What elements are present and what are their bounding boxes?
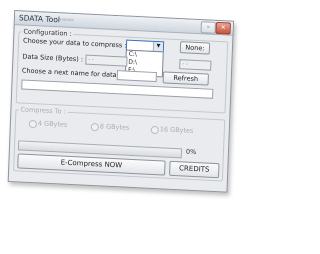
scene: SDATA Tool aaaaaa – ✕ Configuration : Ch… [0, 0, 313, 254]
progress-percent: 0% [186, 148, 197, 156]
radio-8gb-label: 8 GBytes [100, 122, 130, 131]
window-subtitle: aaaaaa [59, 16, 74, 22]
radio-4gb-label: 4 GBytes [38, 119, 68, 128]
refresh-button[interactable]: Refresh [163, 71, 209, 85]
close-button[interactable]: ✕ [216, 22, 231, 35]
data-size-field-secondary: - - [179, 59, 211, 71]
minimize-button[interactable]: – [201, 21, 216, 34]
next-name-input[interactable] [117, 70, 157, 82]
sdata-tool-window: SDATA Tool aaaaaa – ✕ Configuration : Ch… [8, 10, 234, 193]
window-title: SDATA Tool [19, 13, 60, 24]
chevron-down-icon[interactable]: ▼ [153, 42, 163, 51]
data-size-field: - - [85, 55, 127, 67]
radio-16gb-label: 16 GBytes [160, 125, 194, 135]
credits-button[interactable]: CREDITS [169, 161, 220, 178]
none-button[interactable]: None: [180, 41, 210, 54]
